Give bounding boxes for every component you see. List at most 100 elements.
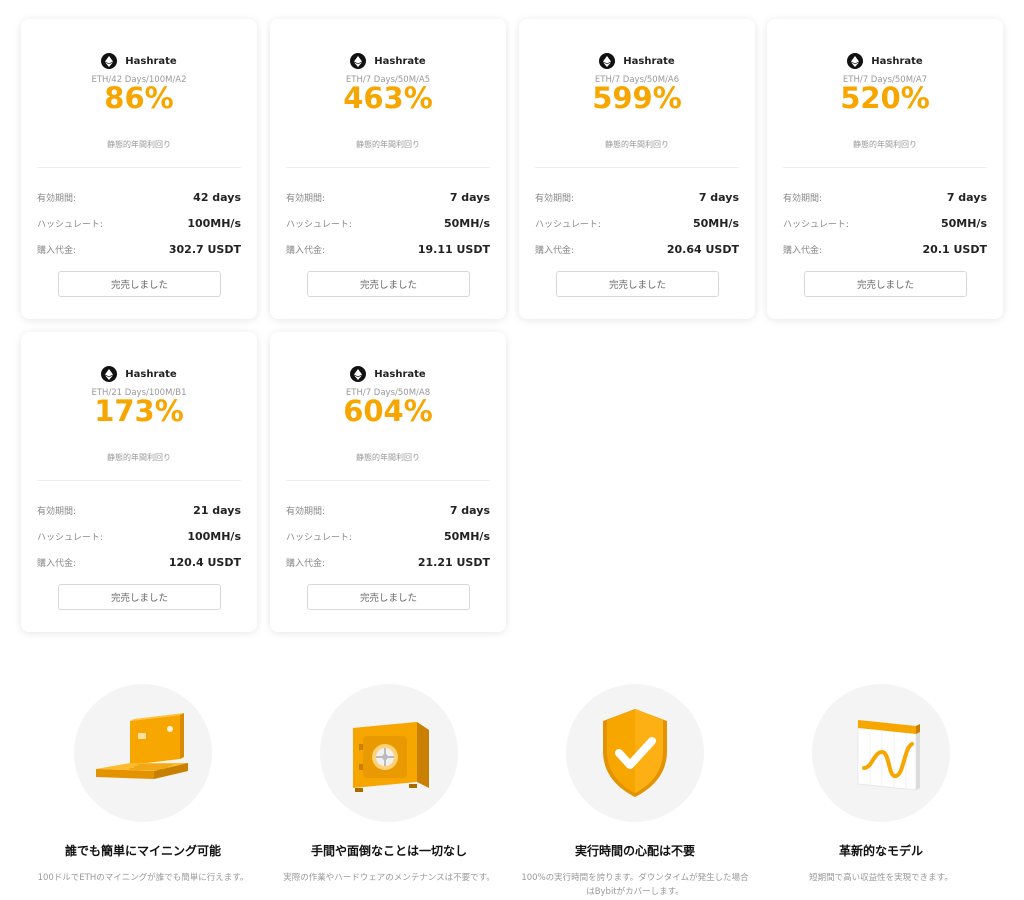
row-label: ハッシュレート: — [286, 533, 352, 543]
row-price: 購入代金: 302.7 USDT — [37, 243, 241, 256]
card-title: Hashrate — [871, 55, 923, 67]
feature-title: 革新的なモデル — [838, 844, 923, 858]
feature-illustration — [812, 684, 950, 822]
row-value: 7 days — [946, 191, 987, 204]
feature-description: 短期間で高い収益性を実現できます。 — [809, 873, 953, 883]
row-value: 19.11 USDT — [417, 243, 490, 256]
feature-title: 実行時間の心配は不要 — [574, 844, 695, 858]
row-value: 120.4 USDT — [168, 556, 241, 569]
row-price: 購入代金: 21.21 USDT — [286, 556, 490, 569]
row-label: 有効期間: — [37, 194, 77, 204]
sold-out-button[interactable]: 完売しました — [307, 584, 470, 610]
row-label: ハッシュレート: — [286, 220, 352, 230]
feature-illustration — [320, 684, 458, 822]
card-title: Hashrate — [374, 55, 426, 67]
annual-yield: 463% — [343, 81, 433, 115]
row-hashrate: ハッシュレート: 100MH/s — [37, 530, 241, 543]
ethereum-icon — [350, 53, 367, 69]
product-card: Hashrate ETH/21 Days/100M/B1 173% 静態的年間利… — [21, 332, 257, 632]
annual-yield: 604% — [343, 394, 433, 428]
feature-illustration — [74, 684, 212, 822]
card-header: Hashrate — [270, 53, 506, 69]
sold-out-button[interactable]: 完売しました — [804, 271, 967, 297]
ethereum-icon — [847, 53, 864, 69]
divider — [37, 480, 241, 481]
row-hashrate: ハッシュレート: 50MH/s — [783, 217, 987, 230]
row-label: ハッシュレート: — [783, 220, 849, 230]
product-card: Hashrate ETH/7 Days/50M/A8 604% 静態的年間利回り… — [270, 332, 506, 632]
row-price: 購入代金: 19.11 USDT — [286, 243, 490, 256]
ethereum-icon — [350, 366, 367, 382]
product-card: Hashrate ETH/7 Days/50M/A7 520% 静態的年間利回り… — [767, 19, 1003, 319]
row-label: ハッシュレート: — [37, 533, 103, 543]
features-section: 誰でも簡単にマイニング可能 100ドルでETHのマイニングが誰でも簡単に行えます… — [0, 684, 1024, 900]
annual-yield: 599% — [592, 81, 682, 115]
annual-yield-label: 静態的年間利回り — [853, 140, 917, 149]
row-period: 有効期間: 7 days — [535, 191, 739, 204]
annual-yield-label: 静態的年間利回り — [356, 453, 420, 462]
product-card: Hashrate ETH/7 Days/50M/A6 599% 静態的年間利回り… — [519, 19, 755, 319]
feature-title: 手間や面倒なことは一切なし — [310, 844, 467, 858]
row-period: 有効期間: 7 days — [286, 504, 490, 517]
card-title: Hashrate — [374, 368, 426, 380]
row-hashrate: ハッシュレート: 100MH/s — [37, 217, 241, 230]
row-value: 50MH/s — [940, 217, 987, 230]
annual-yield-label: 静態的年間利回り — [107, 453, 171, 462]
laptop-icon — [96, 713, 188, 779]
row-value: 100MH/s — [187, 217, 241, 230]
annual-yield-label: 静態的年間利回り — [356, 140, 420, 149]
row-label: ハッシュレート: — [535, 220, 601, 230]
row-label: ハッシュレート: — [37, 220, 103, 230]
chart-calendar-icon — [857, 720, 920, 791]
row-label: 購入代金: — [286, 559, 326, 569]
feature-description: 100ドルでETHのマイニングが誰でも簡単に行えます。 — [37, 873, 249, 883]
row-label: 購入代金: — [535, 246, 575, 256]
sold-out-button[interactable]: 完売しました — [556, 271, 719, 297]
row-period: 有効期間: 7 days — [783, 191, 987, 204]
ethereum-icon — [101, 366, 118, 382]
card-header: Hashrate — [270, 366, 506, 382]
card-header: Hashrate — [767, 53, 1003, 69]
sold-out-button[interactable]: 完売しました — [58, 271, 221, 297]
row-label: 購入代金: — [783, 246, 823, 256]
row-value: 42 days — [193, 191, 241, 204]
row-hashrate: ハッシュレート: 50MH/s — [286, 217, 490, 230]
feature-uptime: 実行時間の心配は不要 100%の実行時間を誇ります。ダウンタイムが発生した場合は… — [510, 684, 760, 899]
row-hashrate: ハッシュレート: 50MH/s — [535, 217, 739, 230]
row-period: 有効期間: 21 days — [37, 504, 241, 517]
feature-easy-mining: 誰でも簡単にマイニング可能 100ドルでETHのマイニングが誰でも簡単に行えます… — [18, 684, 268, 885]
safe-icon — [353, 722, 429, 792]
annual-yield: 520% — [840, 81, 930, 115]
row-value: 7 days — [698, 191, 739, 204]
product-card: Hashrate ETH/7 Days/50M/A5 463% 静態的年間利回り… — [270, 19, 506, 319]
row-value: 7 days — [449, 191, 490, 204]
card-header: Hashrate — [21, 366, 257, 382]
annual-yield: 173% — [94, 394, 184, 428]
divider — [286, 480, 490, 481]
feature-description: 実際の作業やハードウェアのメンテナンスは不要です。 — [283, 873, 495, 883]
row-value: 50MH/s — [443, 530, 490, 543]
row-label: 購入代金: — [37, 559, 77, 569]
row-label: 有効期間: — [286, 194, 326, 204]
feature-title: 誰でも簡単にマイニング可能 — [64, 844, 221, 858]
card-title: Hashrate — [125, 368, 177, 380]
feature-description: 100%の実行時間を誇ります。ダウンタイムが発生した場合はBybitがカバーしま… — [521, 873, 749, 897]
row-value: 100MH/s — [187, 530, 241, 543]
feature-no-hassle: 手間や面倒なことは一切なし 実際の作業やハードウェアのメンテナンスは不要です。 — [264, 684, 514, 885]
feature-illustration — [566, 684, 704, 822]
shield-check-icon — [603, 709, 667, 797]
card-header: Hashrate — [519, 53, 755, 69]
sold-out-button[interactable]: 完売しました — [307, 271, 470, 297]
row-label: 有効期間: — [37, 507, 77, 517]
card-title: Hashrate — [623, 55, 675, 67]
annual-yield-label: 静態的年間利回り — [107, 140, 171, 149]
row-label: 有効期間: — [783, 194, 823, 204]
row-label: 有効期間: — [535, 194, 575, 204]
sold-out-button[interactable]: 完売しました — [58, 584, 221, 610]
divider — [535, 167, 739, 168]
row-value: 21 days — [193, 504, 241, 517]
row-value: 20.64 USDT — [666, 243, 739, 256]
row-label: 購入代金: — [286, 246, 326, 256]
card-title: Hashrate — [125, 55, 177, 67]
card-header: Hashrate — [21, 53, 257, 69]
